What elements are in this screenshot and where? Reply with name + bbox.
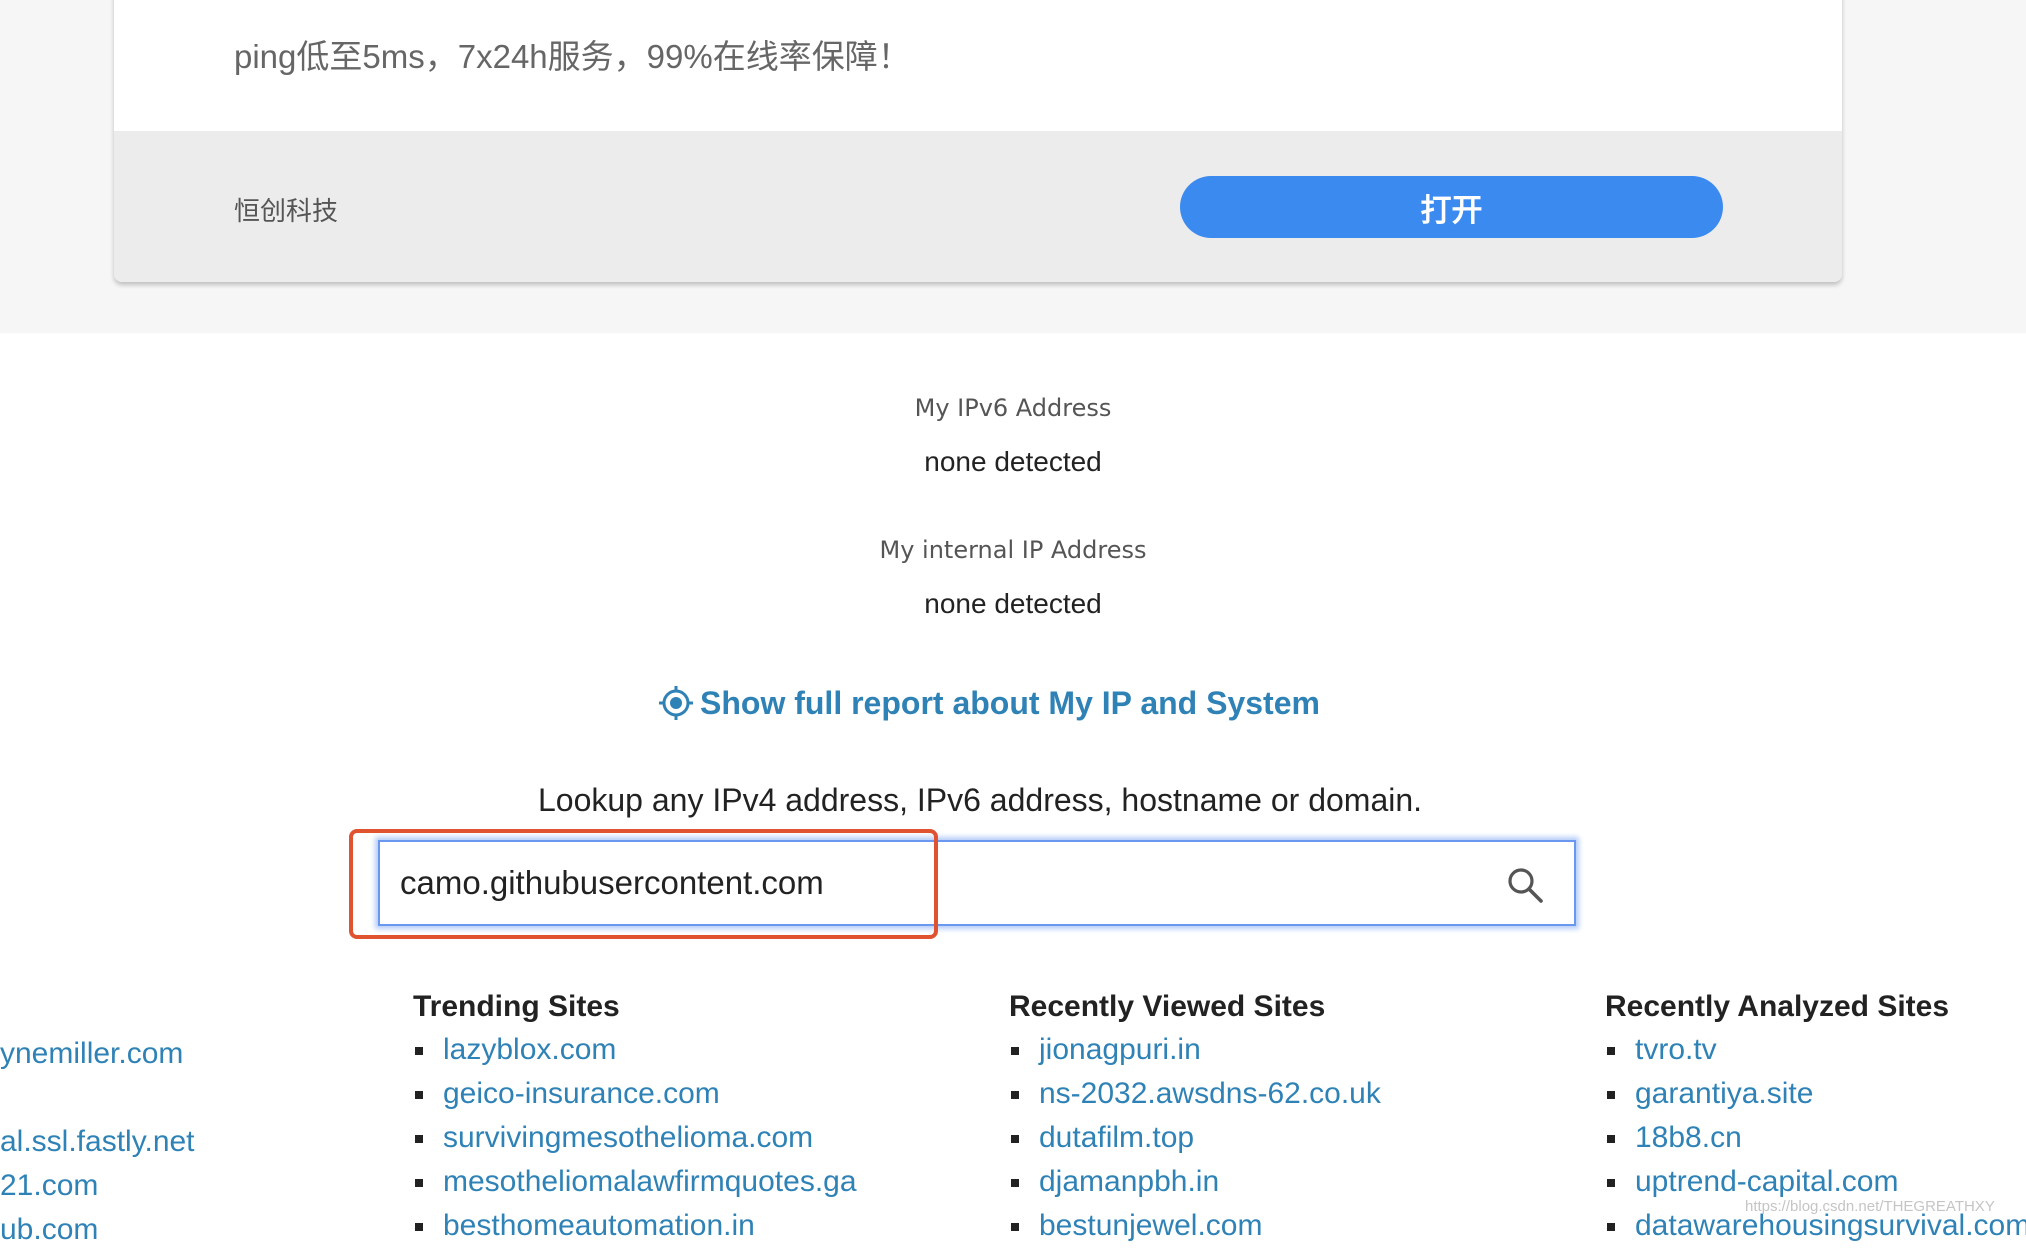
site-link[interactable]: ns-2032.awsdns-62.co.uk xyxy=(1039,1077,1381,1110)
ad-footer: 恒创科技 打开 xyxy=(114,131,1842,282)
ad-section: ping低至5ms，7x24h服务，99%在线率保障！ 恒创科技 打开 xyxy=(0,0,2026,333)
site-link[interactable]: dutafilm.top xyxy=(1039,1121,1194,1154)
lookup-prompt: Lookup any IPv4 address, IPv6 address, h… xyxy=(537,782,1423,818)
ad-open-button[interactable]: 打开 xyxy=(1180,176,1723,238)
site-link[interactable]: mesotheliomalawfirmquotes.ga xyxy=(443,1165,857,1198)
internal-ip-section: My internal IP Address none detected xyxy=(0,536,2026,620)
list-item: al.ssl.fastly.net xyxy=(0,1120,195,1164)
site-link[interactable]: besthomeautomation.in xyxy=(443,1209,755,1242)
list-item xyxy=(0,1076,195,1120)
list-item: 21.com xyxy=(0,1164,195,1208)
internal-ip-value: none detected xyxy=(924,588,1102,619)
lookup-search-box xyxy=(378,840,1576,926)
site-link[interactable]: djamanpbh.in xyxy=(1039,1165,1219,1198)
list-item: dutafilm.top xyxy=(1009,1116,1381,1160)
site-link[interactable]: survivingmesothelioma.com xyxy=(443,1121,813,1154)
site-link[interactable]: ub.com xyxy=(0,1213,98,1246)
internal-ip-label: My internal IP Address xyxy=(879,536,1147,564)
list-item: geico-insurance.com xyxy=(413,1072,857,1116)
watermark: https://blog.csdn.net/THEGREATHXY xyxy=(1745,1198,1995,1215)
show-full-report-link[interactable]: Show full report about My IP and System xyxy=(658,680,1320,726)
site-link[interactable]: 21.com xyxy=(0,1169,98,1202)
list-item: ns-2032.awsdns-62.co.uk xyxy=(1009,1072,1381,1116)
list-item: ub.com xyxy=(0,1208,195,1252)
ad-description: ping低至5ms，7x24h服务，99%在线率保障！ xyxy=(234,38,911,75)
magnifier-icon[interactable] xyxy=(1506,866,1544,904)
recently-analyzed-title: Recently Analyzed Sites xyxy=(1605,990,1950,1023)
ipv6-label: My IPv6 Address xyxy=(914,394,1112,422)
report-link-label: Show full report about My IP and System xyxy=(700,684,1320,721)
site-link[interactable]: lazyblox.com xyxy=(443,1033,616,1066)
site-link[interactable]: al.ssl.fastly.net xyxy=(0,1125,195,1158)
site-link[interactable]: garantiya.site xyxy=(1635,1077,1813,1110)
site-link[interactable]: tvro.tv xyxy=(1635,1033,1717,1066)
list-item: djamanpbh.in xyxy=(1009,1160,1381,1204)
list-item: survivingmesothelioma.com xyxy=(413,1116,857,1160)
list-item: ynemiller.com xyxy=(0,1032,195,1076)
ipv6-value: none detected xyxy=(924,446,1102,477)
lookup-search-input[interactable] xyxy=(380,842,1460,924)
trending-sites-column: Trending Sites lazyblox.com geico-insura… xyxy=(413,990,857,1248)
recently-viewed-sites-column: Recently Viewed Sites jionagpuri.in ns-2… xyxy=(1009,990,1381,1248)
ad-brand-name: 恒创科技 xyxy=(234,196,339,226)
list-item: mesotheliomalawfirmquotes.ga xyxy=(413,1160,857,1204)
ad-card: ping低至5ms，7x24h服务，99%在线率保障！ 恒创科技 打开 xyxy=(114,0,1842,282)
crosshair-icon xyxy=(659,686,693,720)
trending-sites-title: Trending Sites xyxy=(413,990,620,1023)
recently-viewed-title: Recently Viewed Sites xyxy=(1009,990,1326,1023)
list-item: tvro.tv xyxy=(1605,1028,2026,1072)
ipv6-section: My IPv6 Address none detected xyxy=(0,394,2026,478)
site-link[interactable]: 18b8.cn xyxy=(1635,1121,1742,1154)
list-item: lazyblox.com xyxy=(413,1028,857,1072)
list-item: garantiya.site xyxy=(1605,1072,2026,1116)
site-link[interactable]: bestunjewel.com xyxy=(1039,1209,1262,1242)
site-link[interactable]: geico-insurance.com xyxy=(443,1077,720,1110)
list-item: bestunjewel.com xyxy=(1009,1204,1381,1248)
list-item: 18b8.cn xyxy=(1605,1116,2026,1160)
list-item: jionagpuri.in xyxy=(1009,1028,1381,1072)
site-link[interactable]: uptrend-capital.com xyxy=(1635,1165,1898,1198)
site-link[interactable]: ynemiller.com xyxy=(0,1037,183,1070)
partial-sites-column: ynemiller.com al.ssl.fastly.net 21.com u… xyxy=(0,1032,195,1252)
site-link[interactable]: jionagpuri.in xyxy=(1039,1033,1201,1066)
list-item: besthomeautomation.in xyxy=(413,1204,857,1248)
